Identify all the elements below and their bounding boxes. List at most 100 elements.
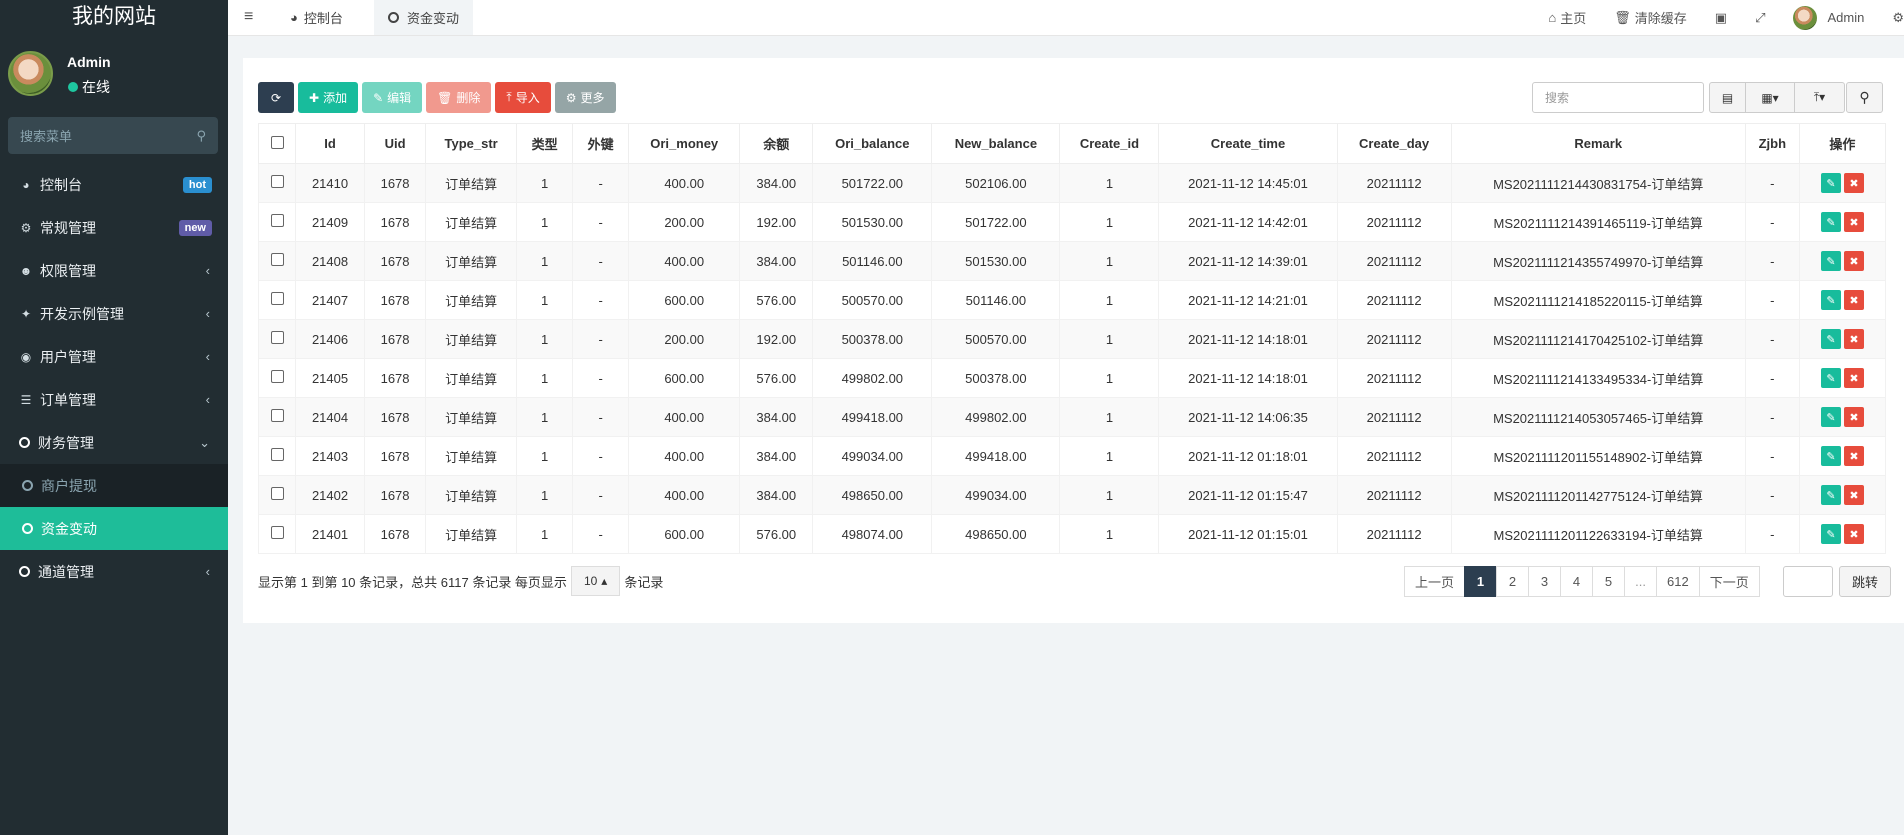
row-checkbox[interactable] bbox=[270, 253, 284, 266]
column-header[interactable]: Remark bbox=[1450, 123, 1746, 164]
delete-row-icon[interactable]: ✖ bbox=[1843, 290, 1864, 310]
export-button[interactable]: ⤒▾ bbox=[1794, 82, 1845, 113]
sidebar-item-users[interactable]: ◉ 用户管理 ‹ bbox=[0, 335, 228, 378]
delete-row-icon[interactable]: ✖ bbox=[1843, 329, 1864, 349]
table-row[interactable]: 21402 1678 订单结算 1-400.00 384.00 498650.00 4990… bbox=[257, 475, 1887, 515]
delete-row-icon[interactable]: ✖ bbox=[1843, 368, 1864, 388]
row-select-cell[interactable] bbox=[257, 475, 297, 515]
next-page-button[interactable]: 下一页 bbox=[1698, 566, 1760, 597]
edit-row-icon[interactable]: ✎ bbox=[1820, 290, 1841, 310]
row-checkbox[interactable] bbox=[270, 448, 284, 461]
sidebar-item-dev-examples[interactable]: ✦ 开发示例管理 ‹ bbox=[0, 292, 228, 335]
row-select-cell[interactable] bbox=[257, 319, 297, 359]
column-header[interactable]: 类型 bbox=[516, 123, 574, 164]
delete-row-icon[interactable]: ✖ bbox=[1843, 485, 1864, 505]
sidebar-item-channels[interactable]: 通道管理 ‹ bbox=[0, 550, 228, 593]
delete-row-icon[interactable]: ✖ bbox=[1843, 173, 1864, 193]
edit-row-icon[interactable]: ✎ bbox=[1820, 173, 1841, 193]
column-header[interactable]: Uid bbox=[364, 123, 427, 164]
row-checkbox[interactable] bbox=[270, 292, 284, 305]
column-header[interactable]: 外键 bbox=[572, 123, 630, 164]
sidebar-item-auth[interactable]: ☻ 权限管理 ‹ bbox=[0, 249, 228, 292]
columns-button[interactable]: ▦▾ bbox=[1745, 82, 1795, 113]
edit-row-icon[interactable]: ✎ bbox=[1820, 407, 1841, 427]
row-select-cell[interactable] bbox=[257, 241, 297, 281]
row-select-cell[interactable] bbox=[257, 163, 297, 203]
jump-page-input[interactable] bbox=[1783, 566, 1833, 597]
table-row[interactable]: 21404 1678 订单结算 1-400.00 384.00 499418.00 4998… bbox=[257, 397, 1887, 437]
edit-button[interactable]: ✎ 编辑 bbox=[362, 82, 423, 113]
tab-dashboard[interactable]: ◕ 控制台 bbox=[276, 0, 357, 35]
edit-row-icon[interactable]: ✎ bbox=[1820, 446, 1841, 466]
sidebar-subitem-withdraw[interactable]: 商户提现 bbox=[0, 464, 228, 507]
page-button[interactable]: 5 bbox=[1592, 566, 1626, 597]
row-checkbox[interactable] bbox=[270, 370, 284, 383]
page-button[interactable]: 1 bbox=[1464, 566, 1498, 597]
row-select-cell[interactable] bbox=[257, 280, 297, 320]
jump-button[interactable]: 跳转 bbox=[1839, 566, 1891, 597]
row-select-cell[interactable] bbox=[257, 202, 297, 242]
search-icon[interactable]: ⚲ bbox=[196, 128, 206, 144]
delete-row-icon[interactable]: ✖ bbox=[1843, 446, 1864, 466]
edit-row-icon[interactable]: ✎ bbox=[1820, 485, 1841, 505]
edit-row-icon[interactable]: ✎ bbox=[1820, 251, 1841, 271]
page-button[interactable]: 612 bbox=[1656, 566, 1700, 597]
settings-button[interactable]: ⚙ bbox=[1892, 10, 1904, 26]
page-button[interactable]: 4 bbox=[1560, 566, 1594, 597]
column-header[interactable]: Id bbox=[295, 123, 366, 164]
row-checkbox[interactable] bbox=[270, 214, 284, 227]
tab-fund-changes[interactable]: 资金变动 bbox=[374, 0, 474, 35]
delete-row-icon[interactable]: ✖ bbox=[1843, 407, 1864, 427]
row-select-cell[interactable] bbox=[257, 514, 297, 554]
column-header[interactable]: New_balance bbox=[931, 123, 1061, 164]
sidebar-subitem-fund-changes[interactable]: 资金变动 bbox=[0, 507, 228, 550]
table-row[interactable]: 21405 1678 订单结算 1-600.00 576.00 499802.00 5003… bbox=[257, 358, 1887, 398]
column-header[interactable]: Create_day bbox=[1336, 123, 1452, 164]
row-checkbox[interactable] bbox=[270, 526, 284, 539]
column-header[interactable]: Ori_balance bbox=[812, 123, 933, 164]
card-view-button[interactable]: ▤ bbox=[1709, 82, 1746, 113]
row-checkbox[interactable] bbox=[270, 409, 284, 422]
column-header[interactable]: Type_str bbox=[425, 123, 518, 164]
delete-button[interactable]: 🗑 删除 bbox=[426, 82, 492, 113]
clear-cache-button[interactable]: 🗑 清除缓存 bbox=[1614, 8, 1687, 27]
table-row[interactable]: 21409 1678 订单结算 1-200.00 192.00 501530.00 5017… bbox=[257, 202, 1887, 242]
row-checkbox[interactable] bbox=[270, 175, 284, 188]
sidebar-item-finance[interactable]: 财务管理 ⌄ bbox=[0, 421, 228, 464]
row-select-cell[interactable] bbox=[257, 358, 297, 398]
table-search-input[interactable]: 搜索 bbox=[1532, 82, 1704, 113]
refresh-button[interactable]: ⟳ bbox=[258, 82, 294, 113]
row-select-cell[interactable] bbox=[257, 397, 297, 437]
sidebar-item-general[interactable]: ⚙ 常规管理 new bbox=[0, 206, 228, 249]
column-header[interactable]: 余额 bbox=[739, 123, 814, 164]
column-header[interactable]: Ori_money bbox=[628, 123, 741, 164]
table-row[interactable]: 21407 1678 订单结算 1-600.00 576.00 500570.00 5011… bbox=[257, 280, 1887, 320]
table-row[interactable]: 21403 1678 订单结算 1-400.00 384.00 499034.00 4994… bbox=[257, 436, 1887, 476]
import-button[interactable]: ⤒ 导入 bbox=[495, 82, 551, 113]
edit-row-icon[interactable]: ✎ bbox=[1820, 329, 1841, 349]
row-select-cell[interactable] bbox=[257, 436, 297, 476]
page-button[interactable]: 3 bbox=[1528, 566, 1562, 597]
table-row[interactable]: 21410 1678 订单结算 1-400.00 384.00 501722.00 5021… bbox=[257, 163, 1887, 203]
delete-row-icon[interactable]: ✖ bbox=[1843, 212, 1864, 232]
column-header[interactable]: Zjbh bbox=[1744, 123, 1800, 164]
prev-page-button[interactable]: 上一页 bbox=[1404, 566, 1466, 597]
column-header[interactable]: Create_time bbox=[1158, 123, 1338, 164]
language-button[interactable]: ▣ bbox=[1715, 10, 1727, 26]
sidebar-item-orders[interactable]: ☰ 订单管理 ‹ bbox=[0, 378, 228, 421]
row-checkbox[interactable] bbox=[270, 331, 284, 344]
select-all-checkbox[interactable] bbox=[270, 135, 284, 149]
table-row[interactable]: 21408 1678 订单结算 1-400.00 384.00 501146.00 5015… bbox=[257, 241, 1887, 281]
home-link[interactable]: ⌂ 主页 bbox=[1548, 8, 1586, 27]
delete-row-icon[interactable]: ✖ bbox=[1843, 251, 1864, 271]
fullscreen-button[interactable]: ⤢ bbox=[1755, 10, 1765, 26]
more-button[interactable]: ⚙ 更多 bbox=[554, 82, 616, 113]
column-header[interactable]: Create_id bbox=[1059, 123, 1160, 164]
page-size-select[interactable]: 10 ▴ bbox=[570, 566, 621, 596]
edit-row-icon[interactable]: ✎ bbox=[1820, 212, 1841, 232]
site-title[interactable]: 我的网站 bbox=[0, 0, 228, 36]
hamburger-icon[interactable]: ≡ bbox=[244, 8, 253, 26]
select-all-cell[interactable] bbox=[257, 123, 297, 164]
row-checkbox[interactable] bbox=[270, 487, 284, 500]
edit-row-icon[interactable]: ✎ bbox=[1820, 368, 1841, 388]
